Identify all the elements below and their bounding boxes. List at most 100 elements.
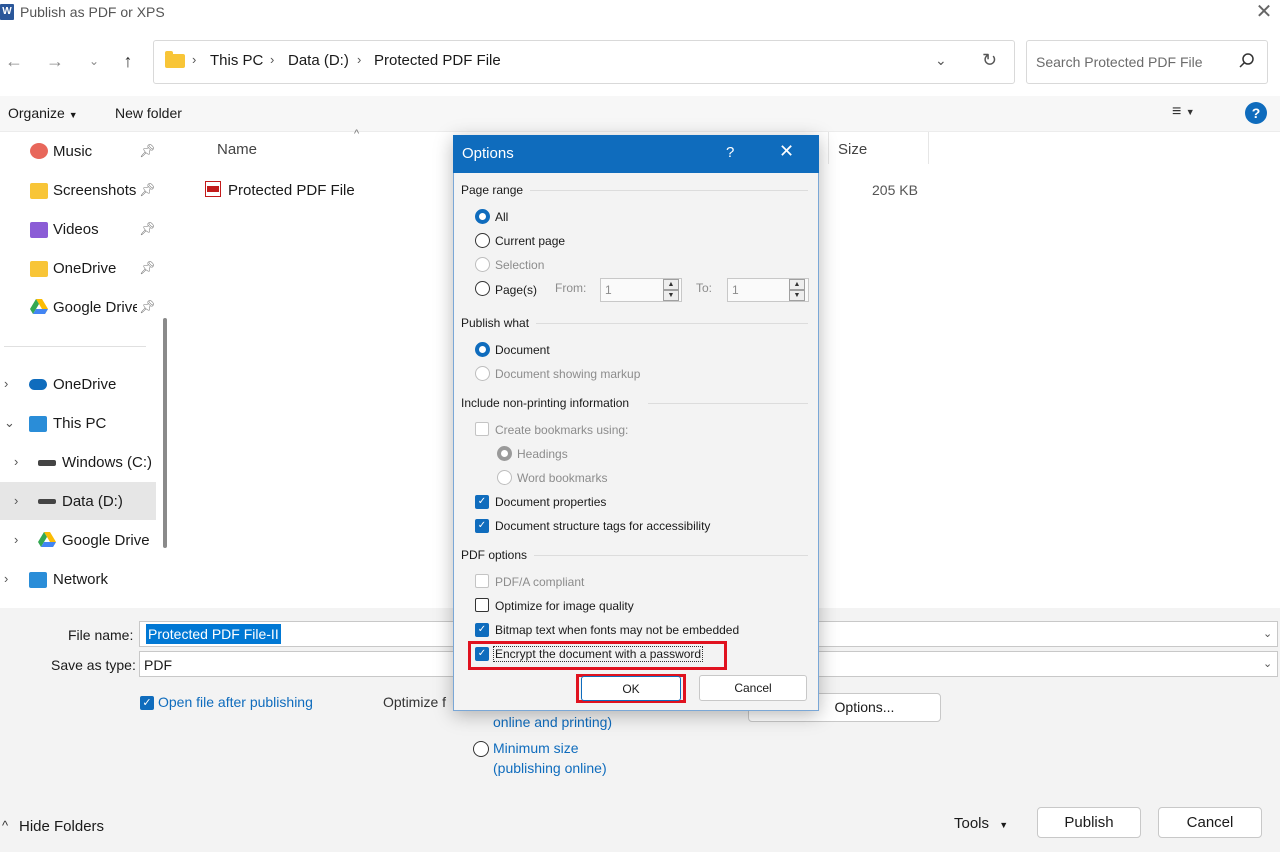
publish-markup-radio (475, 366, 490, 381)
google-drive-icon (38, 532, 56, 547)
nav-item-google-drive[interactable]: Google Drive 📌︎ (0, 289, 160, 327)
minimum-size-label[interactable]: Minimum size (493, 740, 579, 756)
nav-item-onedrive[interactable]: › OneDrive (0, 366, 160, 404)
folder-icon (165, 51, 185, 68)
nav-item-google-drive-tree[interactable]: › Google Drive (0, 522, 160, 560)
dialog-close-icon[interactable]: ✕ (779, 141, 794, 162)
chevron-right-icon[interactable]: › (14, 454, 18, 469)
chevron-right-icon[interactable]: › (14, 532, 18, 547)
chevron-right-icon[interactable]: › (4, 571, 8, 586)
standard-option-label[interactable]: online and printing) (493, 714, 612, 730)
nav-item-music[interactable]: Music 📌︎ (0, 133, 160, 171)
encrypt-password-checkbox[interactable]: ✓ (475, 647, 489, 661)
nav-label: This PC (53, 415, 107, 432)
ok-button[interactable]: OK (581, 676, 681, 701)
bitmap-text-checkbox[interactable]: ✓ (475, 623, 489, 637)
breadcrumb-this-pc[interactable]: This PC (210, 52, 263, 69)
page-range-current-label[interactable]: Current page (495, 234, 565, 248)
folder-icon (30, 261, 48, 277)
minimum-size-radio[interactable] (473, 741, 489, 757)
optimize-image-quality-label[interactable]: Optimize for image quality (495, 599, 634, 613)
nav-item-videos[interactable]: Videos 📌︎ (0, 211, 160, 249)
bookmarks-word-label: Word bookmarks (517, 471, 608, 485)
cancel-button[interactable]: Cancel (1158, 807, 1262, 838)
chevron-right-icon[interactable]: › (357, 52, 361, 67)
page-range-all-label[interactable]: All (495, 210, 508, 224)
nav-item-this-pc[interactable]: ⌄ This PC (0, 405, 160, 443)
help-icon[interactable]: ? (1245, 102, 1267, 124)
open-after-publishing-checkbox[interactable]: ✓ (140, 696, 154, 710)
search-input[interactable]: Search Protected PDF File (1036, 54, 1203, 70)
bitmap-text-label[interactable]: Bitmap text when fonts may not be embedd… (495, 623, 739, 637)
publish-what-heading: Publish what (461, 316, 530, 330)
back-icon[interactable]: ← (2, 48, 26, 74)
file-row-name[interactable]: Protected PDF File (228, 182, 355, 199)
refresh-icon[interactable]: ↻ (982, 50, 997, 71)
chevron-right-icon[interactable]: › (192, 52, 196, 67)
publish-document-radio[interactable] (475, 342, 490, 357)
chevron-up-icon[interactable]: ^ (2, 818, 8, 833)
forward-icon[interactable]: → (43, 48, 67, 74)
chevron-down-icon[interactable]: ⌄ (1263, 627, 1272, 640)
structure-tags-label[interactable]: Document structure tags for accessibilit… (495, 519, 710, 533)
nav-item-screenshots[interactable]: Screenshots 📌︎ (0, 172, 160, 210)
spinner-up-icon[interactable]: ▲ (789, 279, 805, 290)
structure-tags-checkbox[interactable]: ✓ (475, 519, 489, 533)
column-separator[interactable] (928, 132, 929, 164)
dialog-help-icon[interactable]: ? (726, 144, 734, 161)
chevron-down-icon[interactable]: ⌄ (935, 52, 947, 69)
publish-button[interactable]: Publish (1037, 807, 1141, 838)
file-name-value[interactable]: Protected PDF File-II (146, 624, 281, 644)
nav-item-onedrive-folder[interactable]: OneDrive 📌︎ (0, 250, 160, 288)
pin-icon: 📌︎ (139, 221, 156, 236)
spinner-up-icon[interactable]: ▲ (663, 279, 679, 290)
chevron-right-icon[interactable]: › (270, 52, 274, 67)
nav-item-windows-c[interactable]: › Windows (C:) (0, 444, 160, 482)
document-properties-label[interactable]: Document properties (495, 495, 606, 509)
page-range-selection-radio (475, 257, 490, 272)
address-bar[interactable] (153, 40, 1015, 84)
open-after-publishing-label[interactable]: Open file after publishing (158, 694, 313, 710)
search-icon[interactable] (1237, 50, 1257, 72)
nav-scrollbar[interactable] (163, 318, 167, 548)
nav-item-data-d[interactable]: › Data (D:) (0, 483, 160, 521)
publish-document-label[interactable]: Document (495, 343, 550, 357)
recent-dropdown-icon[interactable]: ⌄ (82, 48, 106, 74)
chevron-right-icon[interactable]: › (14, 493, 18, 508)
network-icon (29, 572, 47, 588)
page-range-heading: Page range (461, 183, 524, 197)
spinner-down-icon[interactable]: ▼ (789, 290, 805, 301)
spinner-down-icon[interactable]: ▼ (663, 290, 679, 301)
chevron-down-icon[interactable]: ⌄ (4, 415, 15, 431)
up-icon[interactable]: ↑ (116, 48, 140, 74)
page-range-all-radio[interactable] (475, 209, 490, 224)
document-properties-checkbox[interactable]: ✓ (475, 495, 489, 509)
minimum-size-sublabel[interactable]: (publishing online) (493, 760, 607, 776)
nav-item-network[interactable]: › Network (0, 561, 160, 599)
caret-down-icon: ▼ (999, 820, 1009, 830)
column-header-name[interactable]: Name (217, 141, 257, 158)
breadcrumb-data-d[interactable]: Data (D:) (288, 52, 349, 69)
optimize-image-quality-checkbox[interactable] (475, 598, 489, 612)
dialog-cancel-button[interactable]: Cancel (699, 675, 807, 701)
nav-divider (4, 346, 146, 347)
breadcrumb-protected-pdf-file[interactable]: Protected PDF File (374, 52, 501, 69)
encrypt-password-label[interactable]: Encrypt the document with a password (493, 646, 704, 662)
view-options-icon[interactable]: ≡ ▼ (1172, 103, 1195, 121)
tools-button[interactable]: Tools ▼ (954, 815, 1008, 832)
organize-button[interactable]: Organize ▼ (8, 105, 78, 121)
page-range-current-radio[interactable] (475, 233, 490, 248)
new-folder-button[interactable]: New folder (115, 105, 182, 121)
page-range-pages-radio[interactable] (475, 281, 490, 296)
pdfa-compliant-label: PDF/A compliant (495, 575, 585, 589)
chevron-down-icon[interactable]: ⌄ (1263, 657, 1272, 670)
column-separator[interactable] (828, 132, 829, 164)
page-range-selection-label: Selection (495, 258, 545, 272)
chevron-right-icon[interactable]: › (4, 376, 8, 391)
close-icon[interactable]: ✕ (1250, 0, 1278, 24)
page-range-pages-label[interactable]: Page(s) (495, 283, 537, 297)
hide-folders-button[interactable]: Hide Folders (19, 818, 104, 835)
pin-icon: 📌︎ (139, 260, 156, 275)
column-header-size[interactable]: Size (838, 141, 867, 158)
options-dialog-title: Options (462, 145, 514, 162)
